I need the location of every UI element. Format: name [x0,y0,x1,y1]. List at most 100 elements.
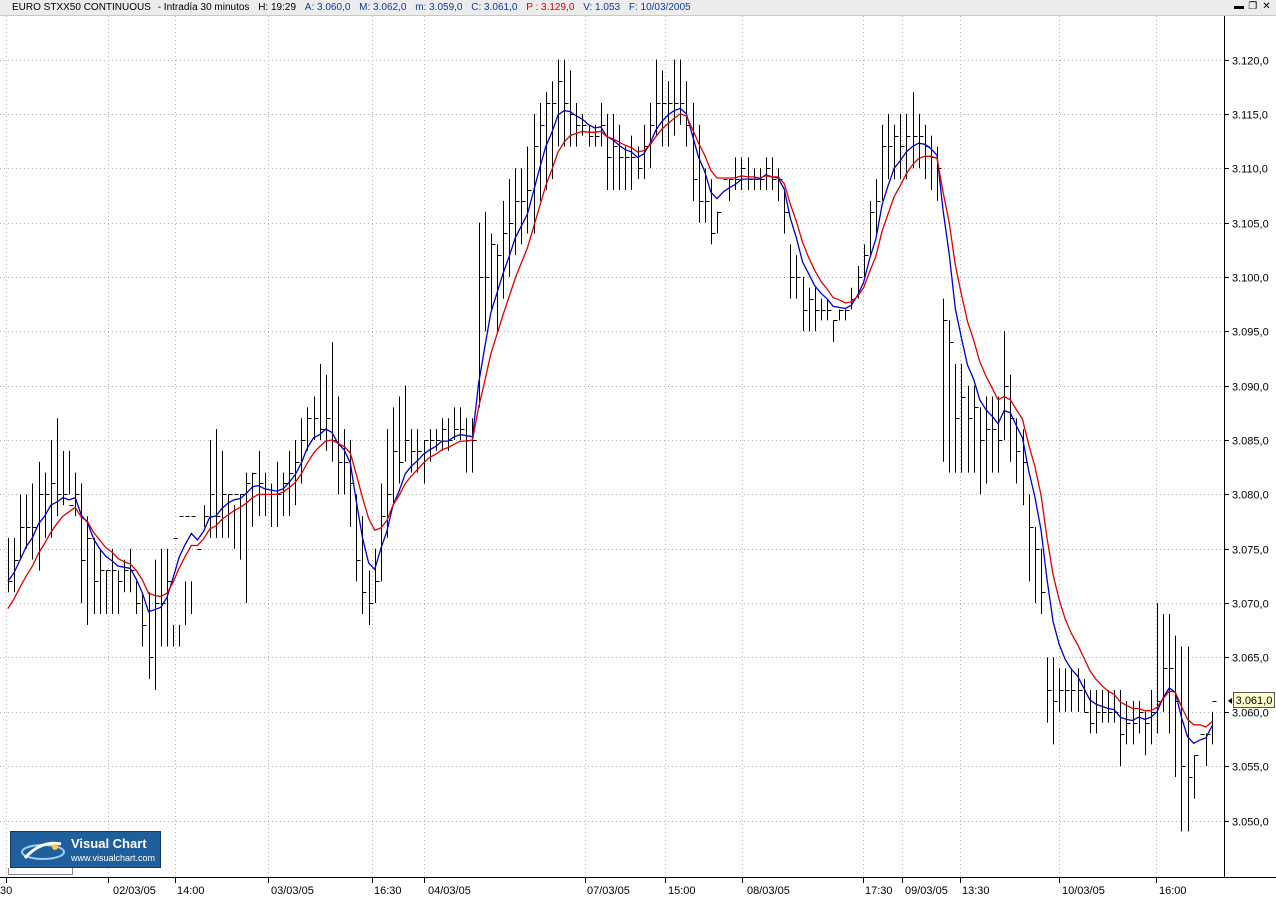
price-bar [729,179,734,201]
price-bar [913,92,918,169]
last-price-tag: 3.061,0 [1233,692,1275,708]
price-bar [1200,734,1205,735]
logo-swoosh-icon [21,841,65,860]
price-bar [124,559,129,593]
price-bar [1096,690,1101,734]
price-bar [613,113,618,190]
price-bar [381,483,386,582]
x-axis: 30 02/03/05 14:00 03/03/05 16:30 04/03/05 07/0… [0,877,1276,897]
price-bar [894,124,899,180]
price-bar [589,124,594,147]
y-tick-label: 3.100,0 [1232,273,1269,285]
price-bar [1065,668,1070,712]
price-bar [845,309,850,321]
y-axis: 3.050,0 3.055,0 3.060,0 3.065,0 3.070,0 3.075… [1224,16,1269,877]
price-bar [503,200,508,299]
price-bar [1053,657,1058,745]
price-bar [191,516,196,614]
y-tick-label: 3.060,0 [1232,708,1269,720]
price-bar [1071,668,1076,712]
y-tick-label: 3.075,0 [1232,545,1269,557]
price-bar [931,135,936,190]
price-bar [362,516,367,614]
price-bar [1035,526,1040,604]
price-bar [766,157,771,190]
price-bar [741,157,746,190]
x-tick-label: 07/03/05 [587,885,630,897]
x-tick-label: 15:00 [668,885,696,897]
y-tick-label: 3.120,0 [1232,56,1269,68]
price-bar [717,211,722,234]
price-bar [790,244,795,299]
price-bar [949,320,954,473]
price-bar [252,472,257,527]
x-tick-label: 17:30 [865,885,893,897]
price-bar [332,342,337,462]
price-bar [1194,755,1199,799]
price-bar [8,537,13,593]
price-bar [210,440,215,538]
x-tick-label: 09/03/05 [905,885,948,897]
price-bar [1004,331,1009,440]
price-bar [314,396,319,440]
price-bar [1078,668,1083,712]
price-bar [674,59,679,136]
price-bar [796,255,801,299]
price-bar [980,407,985,495]
price-bar [925,124,930,180]
price-bar [1169,613,1174,734]
price-bar [821,298,826,321]
price-bar [735,157,740,190]
y-tick-label: 3.085,0 [1232,436,1269,448]
price-bar [405,385,410,462]
price-bar [1029,494,1034,582]
price-bar [961,363,966,473]
blue-moving-average-line [7,107,1213,745]
x-tick-label: 02/03/05 [113,885,156,897]
x-tick-label: 10/03/05 [1062,885,1105,897]
y-tick-label: 3.110,0 [1232,164,1268,176]
price-bar [1108,690,1113,723]
price-bar [320,363,325,440]
price-bar [436,429,441,451]
price-bar [1181,646,1186,832]
x-tick-label: 30 [0,885,12,897]
y-tick-label: 3.050,0 [1232,817,1269,829]
price-bar [998,396,1003,473]
y-tick-label: 3.080,0 [1232,490,1269,502]
logo-base [8,868,73,875]
x-tick-label: 16:00 [1159,885,1187,897]
price-bar [393,407,398,506]
price-chart[interactable]: 3.050,0 3.055,0 3.060,0 3.065,0 3.070,0 3.075… [0,0,1276,897]
price-bar [686,81,691,147]
price-bar [45,472,50,538]
price-bar [815,287,820,332]
price-bar [711,179,716,245]
price-bar [167,548,172,647]
price-bar [442,418,447,451]
price-bar [161,548,166,647]
price-bar [1212,701,1217,745]
price-bar [564,59,569,147]
price-bar [155,559,160,691]
price-bar [631,135,636,190]
price-bar [185,516,190,625]
price-bar [39,461,44,571]
price-bar [100,548,105,614]
price-bar [803,276,808,332]
price-bar [32,483,37,560]
price-bar [968,385,973,473]
price-bar [699,124,704,223]
price-bar [760,168,765,190]
price-bar [1157,603,1162,734]
price-bar [197,549,202,550]
logo-url: www.visualchart.com [71,853,156,863]
last-price-marker-icon [1228,697,1232,704]
price-bar [1206,733,1211,767]
price-bar [607,113,612,190]
price-bar [955,363,960,473]
price-bar [1090,690,1095,734]
price-bar [619,124,624,190]
red-moving-average-line [7,113,1213,728]
price-bar [20,494,25,560]
